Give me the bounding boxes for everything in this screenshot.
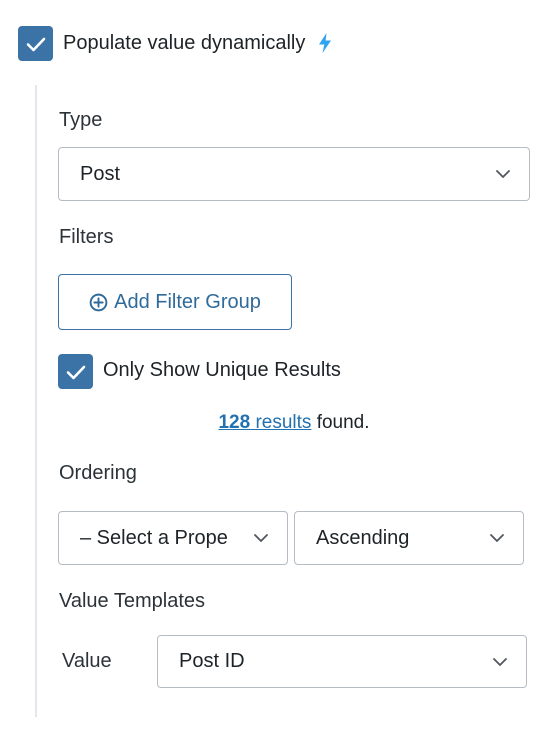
results-suffix: found. bbox=[311, 412, 370, 433]
value-template-row-label: Value bbox=[62, 650, 112, 672]
populate-dynamically-label: Populate value dynamically bbox=[63, 32, 306, 54]
plus-circle-icon bbox=[89, 293, 108, 311]
section-indent-line bbox=[35, 85, 37, 717]
ordering-label: Ordering bbox=[59, 462, 137, 484]
populate-dynamically-checkbox[interactable] bbox=[18, 26, 53, 61]
order-direction-select[interactable]: Ascending bbox=[294, 511, 524, 565]
value-templates-label: Value Templates bbox=[59, 590, 206, 612]
checkmark-icon bbox=[66, 365, 85, 379]
results-count-line: 128 results found. bbox=[0, 412, 550, 434]
results-count-number: 128 bbox=[218, 412, 251, 433]
checkmark-icon bbox=[26, 37, 45, 51]
value-template-select[interactable]: Post ID bbox=[157, 635, 527, 688]
results-count-link[interactable]: 128 results bbox=[218, 412, 311, 433]
filters-label: Filters bbox=[59, 226, 114, 248]
chevron-down-icon bbox=[496, 170, 510, 178]
type-select[interactable]: Post bbox=[58, 147, 530, 201]
unique-results-label: Only Show Unique Results bbox=[103, 359, 341, 381]
chevron-down-icon bbox=[493, 657, 507, 666]
unique-results-checkbox[interactable] bbox=[58, 354, 93, 389]
chevron-down-icon bbox=[490, 534, 504, 542]
type-label: Type bbox=[59, 109, 103, 131]
type-select-value: Post bbox=[80, 162, 121, 185]
results-link-word: results bbox=[255, 412, 312, 433]
dynamic-population-panel: Populate value dynamically Type Post Fil… bbox=[0, 0, 550, 738]
lightning-bolt-icon bbox=[319, 33, 331, 53]
add-filter-group-button[interactable]: Add Filter Group bbox=[58, 274, 292, 330]
value-template-select-value: Post ID bbox=[179, 650, 245, 672]
order-property-value: – Select a Prope bbox=[80, 526, 228, 549]
chevron-down-icon bbox=[254, 534, 268, 542]
add-filter-group-label: Add Filter Group bbox=[114, 290, 261, 313]
order-property-select[interactable]: – Select a Prope bbox=[58, 511, 288, 565]
